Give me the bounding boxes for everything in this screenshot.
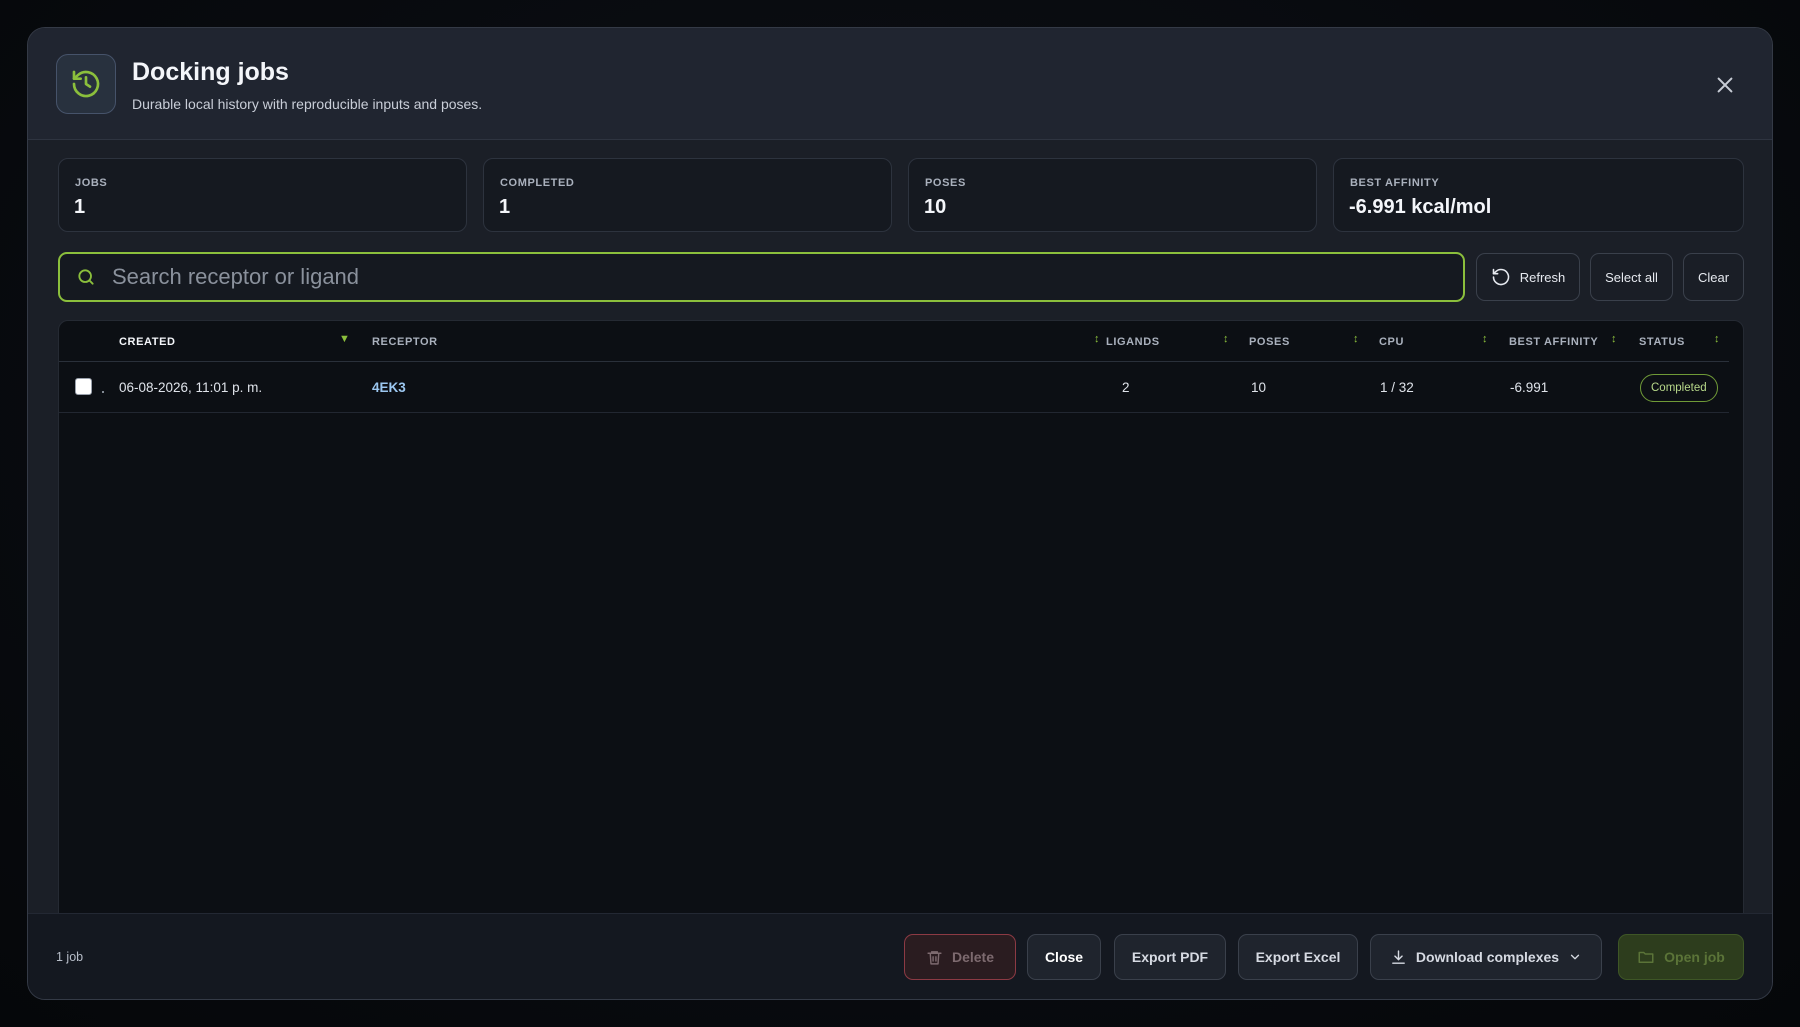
close-label: Close [1044, 949, 1084, 965]
stat-card-poses: POSES 10 [908, 158, 1317, 232]
column-header-poses[interactable]: POSES [1249, 336, 1290, 348]
trash-icon [927, 950, 942, 965]
search-icon [76, 267, 96, 287]
export-pdf-label: Export PDF [1131, 949, 1209, 965]
stats-row: JOBS 1 COMPLETED 1 POSES 10 BEST AFFINIT… [58, 158, 1744, 232]
history-icon [56, 54, 116, 114]
sort-desc-icon[interactable]: ▼ [339, 333, 350, 345]
stat-label: POSES [925, 177, 966, 189]
table-header: CREATED ▼ RECEPTOR ↕ LIGANDS ↕ POSES ↕ C… [59, 321, 1729, 362]
dialog-footer: 1 job Delete Close Export PDF Export Exc… [28, 913, 1772, 999]
export-excel-label: Export Excel [1255, 949, 1341, 965]
stat-value: 10 [924, 196, 947, 218]
dialog-header: Docking jobs Durable local history with … [28, 28, 1772, 140]
column-header-receptor[interactable]: RECEPTOR [372, 336, 438, 348]
export-excel-button[interactable]: Export Excel [1238, 934, 1358, 980]
status-badge: Completed [1640, 374, 1718, 402]
cell-poses: 10 [1251, 380, 1267, 395]
sort-icon[interactable]: ↕ [1714, 333, 1720, 345]
select-all-label: Select all [1605, 269, 1658, 285]
sort-icon[interactable]: ↕ [1353, 333, 1359, 345]
sort-icon[interactable]: ↕ [1482, 333, 1488, 345]
receptor-link[interactable]: 4EK3 [372, 380, 406, 395]
open-job-label: Open job [1664, 949, 1725, 965]
export-pdf-button[interactable]: Export PDF [1114, 934, 1226, 980]
stat-label: JOBS [75, 177, 108, 189]
refresh-icon [1492, 268, 1509, 286]
stat-card-completed: COMPLETED 1 [483, 158, 892, 232]
search-box [58, 252, 1465, 302]
download-label: Download complexes [1415, 949, 1560, 965]
docking-jobs-dialog: Docking jobs Durable local history with … [27, 27, 1773, 1000]
column-header-best-affinity[interactable]: BEST AFFINITY [1509, 336, 1598, 348]
sort-icon[interactable]: ↕ [1223, 333, 1229, 345]
stat-label: BEST AFFINITY [1350, 177, 1440, 189]
stat-card-best-affinity: BEST AFFINITY -6.991 kcal/mol [1333, 158, 1744, 232]
row-checkbox[interactable] [75, 378, 92, 395]
download-complexes-button[interactable]: Download complexes [1370, 934, 1602, 980]
download-icon [1392, 949, 1405, 964]
cell-best-affinity: -6.991 [1510, 380, 1549, 395]
column-header-created[interactable]: CREATED [119, 336, 176, 348]
stat-value: 1 [499, 196, 511, 218]
stat-label: COMPLETED [500, 177, 575, 189]
job-count: 1 job [56, 950, 84, 964]
refresh-label: Refresh [1519, 269, 1566, 285]
delete-button[interactable]: Delete [904, 934, 1016, 980]
refresh-button[interactable]: Refresh [1476, 253, 1580, 301]
jobs-table: CREATED ▼ RECEPTOR ↕ LIGANDS ↕ POSES ↕ C… [58, 320, 1744, 942]
column-header-status[interactable]: STATUS [1639, 336, 1685, 348]
clear-button[interactable]: Clear [1683, 253, 1744, 301]
dialog-subtitle: Durable local history with reproducible … [132, 96, 483, 112]
delete-label: Delete [951, 949, 995, 965]
column-header-ligands[interactable]: LIGANDS [1106, 336, 1160, 348]
sort-icon[interactable]: ↕ [1094, 333, 1100, 345]
cell-created: 06-08-2026, 11:01 p. m. [119, 380, 263, 395]
stat-value: -6.991 kcal/mol [1349, 196, 1492, 218]
sort-icon[interactable]: ↕ [1611, 333, 1617, 345]
search-input[interactable] [112, 254, 1452, 300]
close-icon[interactable] [1714, 74, 1736, 96]
folder-icon [1638, 951, 1654, 963]
chevron-down-icon[interactable] [1568, 950, 1582, 964]
stat-card-jobs: JOBS 1 [58, 158, 467, 232]
row-marker [102, 391, 104, 393]
stat-value: 1 [74, 196, 86, 218]
select-all-button[interactable]: Select all [1590, 253, 1673, 301]
table-row[interactable]: 06-08-2026, 11:01 p. m. 4EK3 2 10 1 / 32… [59, 362, 1729, 413]
column-header-cpu[interactable]: CPU [1379, 336, 1404, 348]
dialog-title: Docking jobs [132, 58, 289, 86]
open-job-button[interactable]: Open job [1618, 934, 1744, 980]
cell-cpu: 1 / 32 [1380, 380, 1414, 395]
close-button[interactable]: Close [1027, 934, 1101, 980]
cell-ligands: 2 [1122, 380, 1130, 395]
clear-label: Clear [1697, 269, 1730, 285]
